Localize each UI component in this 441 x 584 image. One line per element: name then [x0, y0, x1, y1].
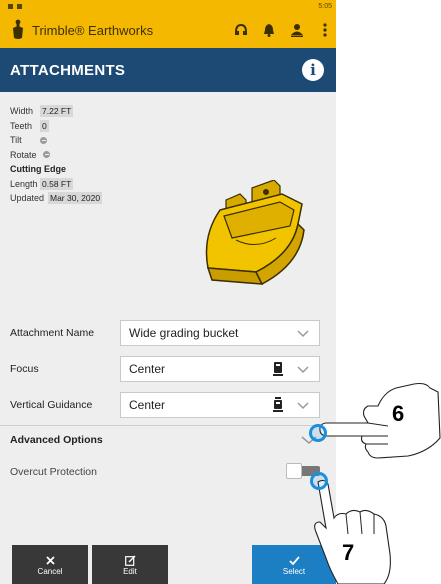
focus-label: Focus — [10, 363, 39, 375]
callout-ring — [309, 424, 327, 442]
spec-width: Width 7.22 FT — [10, 104, 140, 119]
unavailable-icon — [43, 151, 50, 159]
page-header: ATTACHMENTS i — [0, 48, 336, 92]
status-time: 5:05 — [318, 2, 332, 10]
person-alert-icon[interactable] — [286, 16, 308, 44]
edit-button[interactable]: Edit — [92, 545, 168, 584]
checkmark-icon — [288, 553, 300, 567]
toggle-knob — [286, 463, 302, 479]
callout-number: 7 — [342, 540, 355, 565]
app-title: Trimble® Earthworks — [32, 22, 154, 38]
unavailable-icon — [40, 136, 47, 144]
attachment-name-select[interactable]: Wide grading bucket — [120, 320, 320, 346]
select-label: Select — [282, 567, 306, 576]
advanced-options-row[interactable]: Advanced Options — [0, 425, 336, 453]
cancel-button[interactable]: Cancel — [12, 545, 88, 584]
spec-updated: Updated Mar 30, 2020 — [10, 191, 140, 206]
info-icon[interactable]: i — [302, 59, 324, 81]
more-vertical-icon[interactable] — [314, 16, 336, 44]
app-bar: Trimble® Earthworks — [0, 12, 336, 48]
close-icon — [45, 553, 55, 567]
spec-value: 0 — [40, 119, 49, 132]
trimble-logo-icon — [10, 19, 26, 41]
edit-icon — [124, 553, 136, 567]
attachment-specs: Width 7.22 FT Teeth 0 Tilt Rotate Cuttin… — [10, 104, 140, 206]
spec-value: 0.58 FT — [40, 177, 74, 190]
attachment-name-label: Attachment Name — [10, 327, 95, 339]
callout-number: 6 — [392, 401, 405, 426]
focus-row: Focus Center — [0, 355, 336, 383]
notification-icon — [17, 3, 22, 9]
spec-length: Length 0.58 FT — [10, 177, 140, 192]
chevron-down-icon — [297, 327, 309, 342]
advanced-options-label: Advanced Options — [10, 434, 103, 446]
pointing-hand-icon — [308, 478, 398, 584]
spec-label: Rotate — [10, 149, 37, 160]
spec-value: 7.22 FT — [40, 105, 74, 118]
callout-ring — [310, 472, 328, 490]
bucket-image — [196, 179, 306, 297]
notification-icon — [8, 3, 13, 9]
focus-select[interactable]: Center — [120, 356, 320, 382]
spec-label: Updated — [10, 193, 45, 204]
vertical-guidance-value: Center — [129, 398, 166, 412]
overcut-protection-label: Overcut Protection — [10, 466, 97, 478]
status-bar: 5:05 — [0, 0, 336, 12]
attachment-name-row: Attachment Name Wide grading bucket — [0, 319, 336, 347]
attachment-name-value: Wide grading bucket — [129, 326, 239, 340]
spec-rotate: Rotate — [10, 148, 140, 163]
page-title: ATTACHMENTS — [10, 61, 126, 79]
bottom-action-bar: Cancel Edit Select — [0, 545, 336, 584]
cutting-edge-heading: Cutting Edge — [10, 164, 66, 175]
spec-label: Length — [10, 178, 38, 189]
spec-label: Teeth — [10, 120, 33, 131]
spec-label: Tilt — [10, 135, 22, 146]
guidance-point-icon — [273, 397, 283, 416]
spec-tilt: Tilt — [10, 133, 140, 148]
chevron-down-icon — [297, 399, 309, 414]
headset-icon[interactable] — [230, 16, 252, 44]
pointing-hand-icon — [318, 378, 441, 473]
focus-point-icon — [273, 361, 283, 380]
vertical-guidance-select[interactable]: Center — [120, 392, 320, 418]
vertical-guidance-row: Vertical Guidance Center — [0, 391, 336, 419]
spec-teeth: Teeth 0 — [10, 119, 140, 134]
device-screen: 5:05 Trimble® Earthworks ATTACHMENTS i W… — [0, 0, 336, 584]
spec-value: Mar 30, 2020 — [48, 192, 103, 205]
chevron-down-icon — [297, 363, 309, 378]
vertical-guidance-label: Vertical Guidance — [10, 399, 93, 411]
edit-label: Edit — [123, 567, 137, 576]
bell-icon[interactable] — [258, 16, 280, 44]
spec-label: Width — [10, 106, 34, 117]
focus-value: Center — [129, 362, 166, 376]
cancel-label: Cancel — [37, 567, 63, 576]
